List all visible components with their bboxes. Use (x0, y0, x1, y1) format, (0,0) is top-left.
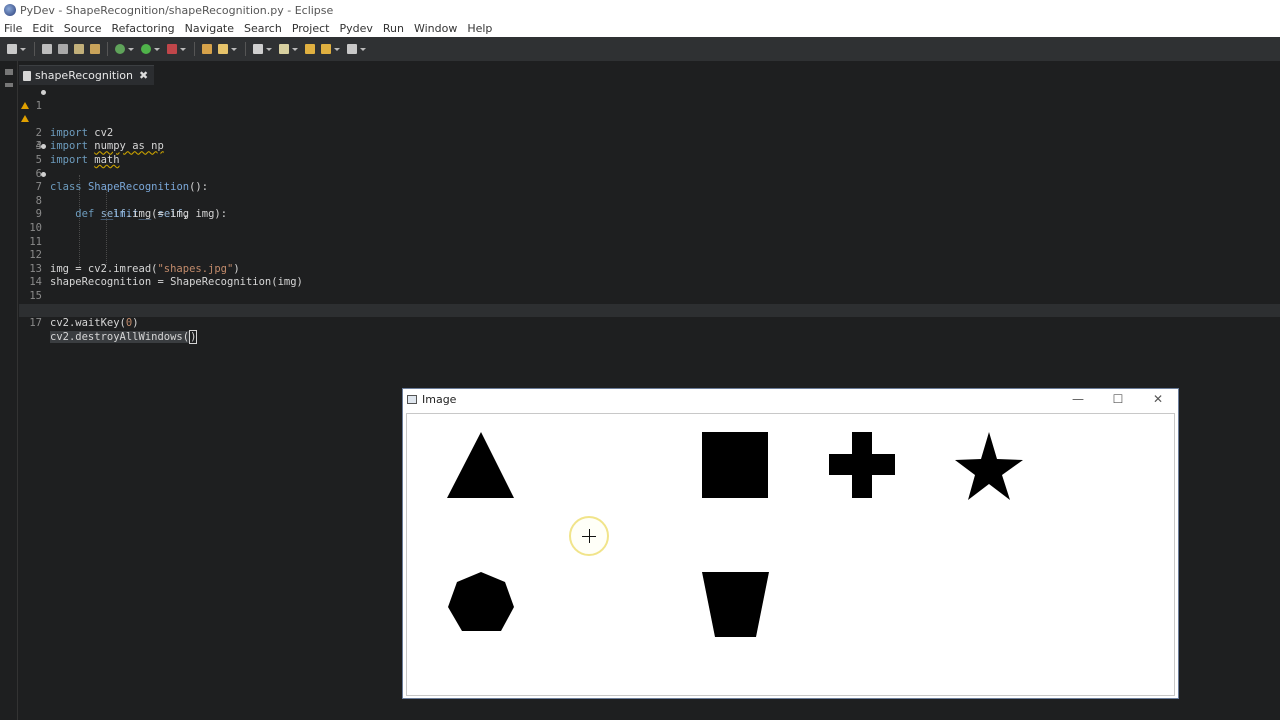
menu-refactoring[interactable]: Refactoring (108, 22, 179, 35)
window-title-bar: PyDev - ShapeRecognition/shapeRecognitio… (0, 0, 1280, 20)
code-line[interactable]: 13 shapeRecognition = ShapeRecognition(i… (19, 249, 1280, 289)
menu-edit[interactable]: Edit (28, 22, 57, 35)
toolbar-separator (245, 42, 246, 56)
code-line[interactable]: 3 import math (19, 113, 1280, 166)
crosshair-cursor-icon (589, 529, 590, 543)
code-line[interactable]: 1 import cv2 (19, 86, 1280, 139)
code-line[interactable]: 8 self.img = img (19, 181, 1280, 221)
trapezoid-shape (702, 572, 769, 637)
prev-annotation-icon[interactable] (279, 44, 289, 54)
restore-icon[interactable] (5, 69, 13, 75)
minimized-view-icon[interactable] (5, 83, 13, 87)
debug-icon[interactable] (115, 44, 125, 54)
open-type-icon[interactable] (74, 44, 84, 54)
window-icon (407, 395, 417, 404)
code-line-current[interactable]: 17 cv2.destroyAllWindows() (19, 303, 1280, 344)
toolbar-separator (107, 42, 108, 56)
menu-run[interactable]: Run (379, 22, 408, 35)
menu-pydev[interactable]: Pydev (335, 22, 376, 35)
warning-icon[interactable] (21, 101, 29, 109)
menu-navigate[interactable]: Navigate (181, 22, 238, 35)
code-line[interactable]: 12 img = cv2.imread("shapes.jpg") (19, 236, 1280, 275)
minimize-icon[interactable]: — (1058, 389, 1098, 410)
forward-dropdown-icon[interactable] (360, 47, 366, 51)
code-line[interactable]: 6 (19, 154, 1280, 180)
code-line[interactable]: 11 (19, 222, 1280, 248)
code-line[interactable]: 9 (19, 195, 1280, 220)
back-icon[interactable] (321, 44, 331, 54)
menu-file[interactable]: File (0, 22, 26, 35)
python-file-icon (23, 70, 31, 81)
back-dropdown-icon[interactable] (334, 47, 340, 51)
run-dropdown-icon[interactable] (154, 47, 160, 51)
save-all-icon[interactable] (58, 44, 68, 54)
editor-tab-bar: shapeRecognition ✖ (19, 65, 155, 85)
open-resource-icon[interactable] (90, 44, 100, 54)
menu-search[interactable]: Search (240, 22, 286, 35)
prev-annotation-dropdown-icon[interactable] (292, 47, 298, 51)
debug-dropdown-icon[interactable] (128, 47, 134, 51)
save-icon[interactable] (42, 44, 52, 54)
code-text: cv2.destroyAllWindows() (50, 329, 198, 344)
external-tools-icon[interactable] (167, 44, 177, 54)
run-icon[interactable] (141, 44, 151, 54)
main-toolbar (0, 37, 1280, 61)
code-text: cv2.waitKey(0) (50, 317, 139, 330)
close-icon[interactable]: ✕ (1138, 389, 1178, 410)
window-title: PyDev - ShapeRecognition/shapeRecognitio… (20, 3, 334, 17)
next-annotation-dropdown-icon[interactable] (266, 47, 272, 51)
triangle-shape (447, 432, 514, 498)
toolbar-separator (194, 42, 195, 56)
new-dropdown-icon[interactable] (20, 47, 26, 51)
eclipse-app-icon (4, 4, 16, 16)
external-tools-dropdown-icon[interactable] (180, 47, 186, 51)
star-shape (955, 432, 1023, 500)
last-edit-icon[interactable] (305, 44, 315, 54)
heptagon-shape (448, 572, 514, 631)
code-line[interactable]: 5 class ShapeRecognition(): (19, 140, 1280, 193)
code-line[interactable]: 7 def __init__(self, img): (19, 168, 1280, 220)
code-line[interactable]: 2 import numpy as np (19, 100, 1280, 152)
pencil-dropdown-icon[interactable] (231, 47, 237, 51)
image-window-title-bar[interactable]: Image — ☐ ✕ (403, 389, 1178, 410)
fold-marker-icon[interactable] (41, 90, 46, 95)
menu-project[interactable]: Project (288, 22, 334, 35)
left-trim-stack (0, 61, 18, 720)
line-number: 17 (29, 317, 42, 330)
code-line[interactable]: 15 cv2.imshow("Image", img) (19, 276, 1280, 316)
maximize-icon[interactable]: ☐ (1098, 389, 1138, 410)
next-annotation-icon[interactable] (253, 44, 263, 54)
fold-marker-icon[interactable] (41, 144, 46, 150)
fold-marker-icon[interactable] (41, 171, 46, 177)
tab-label: shapeRecognition (35, 69, 133, 82)
cross-shape (829, 432, 895, 498)
open-folder-icon[interactable] (202, 44, 212, 54)
menu-help[interactable]: Help (463, 22, 496, 35)
square-shape (702, 432, 768, 498)
code-line[interactable]: 4 (19, 127, 1280, 152)
new-icon[interactable] (7, 44, 17, 54)
forward-icon[interactable] (347, 44, 357, 54)
toolbar-separator (34, 42, 35, 56)
image-canvas[interactable] (406, 413, 1175, 696)
code-line[interactable]: 16 cv2.waitKey(0) (19, 290, 1280, 330)
shapes-image (447, 432, 1023, 637)
menu-source[interactable]: Source (60, 22, 106, 35)
image-window-title: Image (422, 393, 457, 406)
window-controls: — ☐ ✕ (1058, 389, 1178, 410)
warning-icon[interactable] (21, 115, 29, 123)
menu-bar: File Edit Source Refactoring Navigate Se… (0, 20, 1280, 37)
menu-window[interactable]: Window (410, 22, 461, 35)
close-tab-icon[interactable]: ✖ (139, 69, 148, 82)
code-line[interactable]: 14 (19, 263, 1280, 288)
tab-shapeRecognition[interactable]: shapeRecognition ✖ (19, 65, 155, 85)
image-window[interactable]: Image — ☐ ✕ (402, 388, 1179, 699)
pencil-icon[interactable] (218, 44, 228, 54)
code-line[interactable]: 10 (19, 208, 1280, 234)
